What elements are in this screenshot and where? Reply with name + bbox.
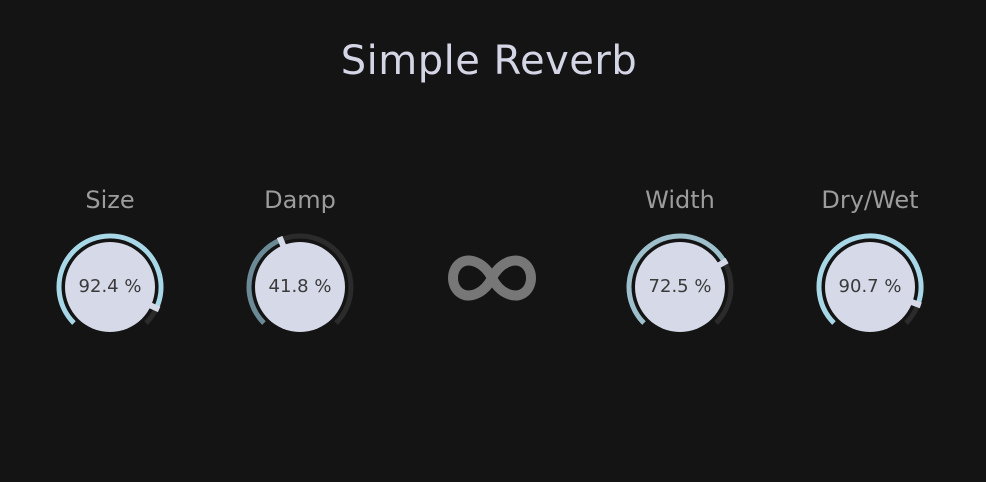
size-label: Size [85, 186, 135, 214]
drywet-value: 90.7 % [838, 276, 902, 297]
damp-knob[interactable]: 41.8 % [245, 232, 355, 342]
drywet-label: Dry/Wet [821, 186, 919, 214]
size-value: 92.4 % [78, 276, 142, 297]
drywet-knob[interactable]: 90.7 % [815, 232, 925, 342]
infinity-icon-path [448, 255, 536, 301]
damp-control: Damp 41.8 % [235, 186, 365, 336]
width-control: Width 72.5 % [615, 186, 745, 336]
damp-value: 41.8 % [268, 276, 332, 297]
size-control: Size 92.4 % [45, 186, 175, 336]
plugin-title: Simple Reverb [340, 38, 638, 84]
drywet-control: Dry/Wet 90.7 % [805, 186, 935, 336]
damp-label: Damp [264, 186, 336, 214]
width-label: Width [645, 186, 715, 214]
width-value: 72.5 % [648, 276, 712, 297]
infinity-icon [448, 255, 536, 301]
width-knob[interactable]: 72.5 % [625, 232, 735, 342]
size-knob[interactable]: 92.4 % [55, 232, 165, 342]
stereo-link-toggle[interactable] [444, 250, 540, 306]
